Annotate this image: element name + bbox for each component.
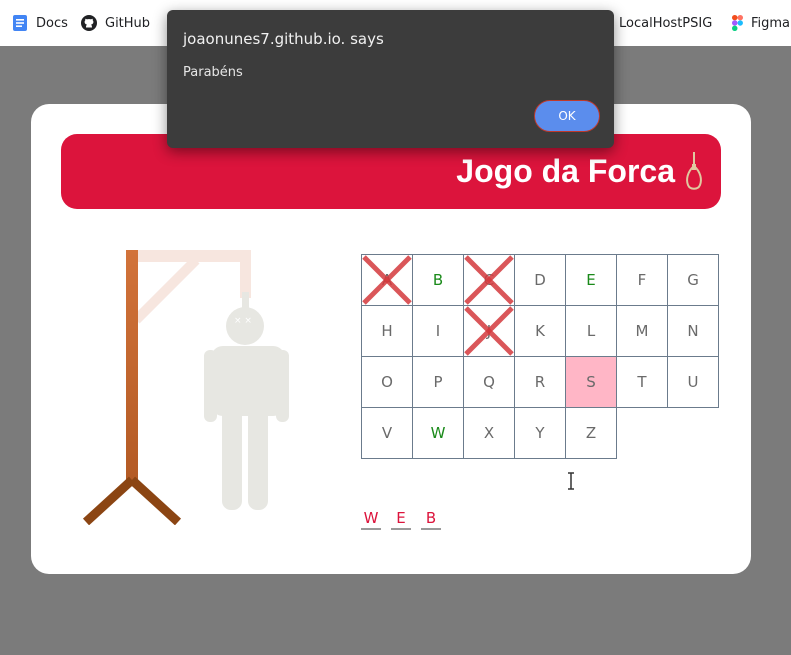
word-display: WEB <box>361 509 451 530</box>
gallows-illustration: × × <box>82 250 289 525</box>
word-letter-slot: E <box>391 509 411 530</box>
key-label: Y <box>535 424 545 442</box>
word-letter-slot: B <box>421 509 441 530</box>
key-label: K <box>535 322 545 340</box>
key-q[interactable]: Q <box>464 357 515 408</box>
key-label: R <box>534 373 546 391</box>
game-card: Jogo da Forca × × A B C D E F G H I J K … <box>31 104 751 574</box>
key-label: W <box>430 424 446 442</box>
key-label: P <box>433 373 443 391</box>
key-label: X <box>483 424 495 442</box>
key-e[interactable]: E <box>566 255 617 306</box>
key-i[interactable]: I <box>413 306 464 357</box>
bookmark-label: Figma <box>751 15 791 31</box>
text-cursor-icon <box>568 472 574 490</box>
key-j[interactable]: J <box>464 306 515 357</box>
bookmark-label: LocalHostPSIG <box>619 15 713 31</box>
bookmark-label: GitHub <box>105 15 151 31</box>
key-d[interactable]: D <box>515 255 566 306</box>
docs-icon <box>12 15 28 31</box>
word-letter-slot: W <box>361 509 381 530</box>
key-label: E <box>586 271 596 289</box>
key-r[interactable]: R <box>515 357 566 408</box>
figma-icon <box>731 15 743 31</box>
key-label: S <box>586 373 596 391</box>
dialog-message: Parabéns <box>183 65 243 80</box>
bookmark-label: Docs <box>36 15 68 31</box>
key-label: B <box>432 271 444 289</box>
alert-dialog: joaonunes7.github.io. says Parabéns OK <box>167 10 614 148</box>
key-v[interactable]: V <box>362 408 413 459</box>
key-l[interactable]: L <box>566 306 617 357</box>
key-f[interactable]: F <box>617 255 668 306</box>
key-p[interactable]: P <box>413 357 464 408</box>
dialog-title: joaonunes7.github.io. says <box>183 30 384 48</box>
key-label: O <box>381 373 393 391</box>
noose-icon <box>686 151 702 190</box>
key-label: N <box>687 322 699 340</box>
page-title: Jogo da Forca <box>456 153 675 189</box>
key-label: I <box>435 322 441 340</box>
ok-button[interactable]: OK <box>534 100 600 132</box>
key-o[interactable]: O <box>362 357 413 408</box>
key-label: U <box>687 373 699 391</box>
key-w[interactable]: W <box>413 408 464 459</box>
bookmark-figma[interactable]: Figma <box>731 0 790 46</box>
key-k[interactable]: K <box>515 306 566 357</box>
key-label: F <box>637 271 647 289</box>
key-t[interactable]: T <box>617 357 668 408</box>
key-h[interactable]: H <box>362 306 413 357</box>
svg-text:× ×: × × <box>234 316 252 326</box>
key-label: L <box>586 322 596 340</box>
key-c[interactable]: C <box>464 255 515 306</box>
key-x[interactable]: X <box>464 408 515 459</box>
key-label: A <box>381 271 393 289</box>
key-label: C <box>483 271 495 289</box>
letter-keyboard: A B C D E F G H I J K L M N O P Q R S T U V W X Y Z <box>361 254 719 459</box>
key-label: Z <box>585 424 597 442</box>
key-g[interactable]: G <box>668 255 719 306</box>
key-label: T <box>637 373 647 391</box>
key-label: M <box>635 322 649 340</box>
key-n[interactable]: N <box>668 306 719 357</box>
key-s[interactable]: S <box>566 357 617 408</box>
key-m[interactable]: M <box>617 306 668 357</box>
github-icon <box>81 15 97 31</box>
key-label: V <box>381 424 393 442</box>
bookmark-github[interactable]: GitHub <box>81 0 150 46</box>
key-b[interactable]: B <box>413 255 464 306</box>
key-z[interactable]: Z <box>566 408 617 459</box>
key-y[interactable]: Y <box>515 408 566 459</box>
key-a[interactable]: A <box>362 255 413 306</box>
key-label: J <box>486 322 492 340</box>
key-u[interactable]: U <box>668 357 719 408</box>
key-label: D <box>534 271 546 289</box>
key-label: H <box>381 322 393 340</box>
key-label: Q <box>483 373 495 391</box>
bookmark-localhostpsig[interactable]: LocalHostPSIG <box>604 0 712 46</box>
bookmark-docs[interactable]: Docs <box>12 0 68 46</box>
key-label: G <box>687 271 699 289</box>
